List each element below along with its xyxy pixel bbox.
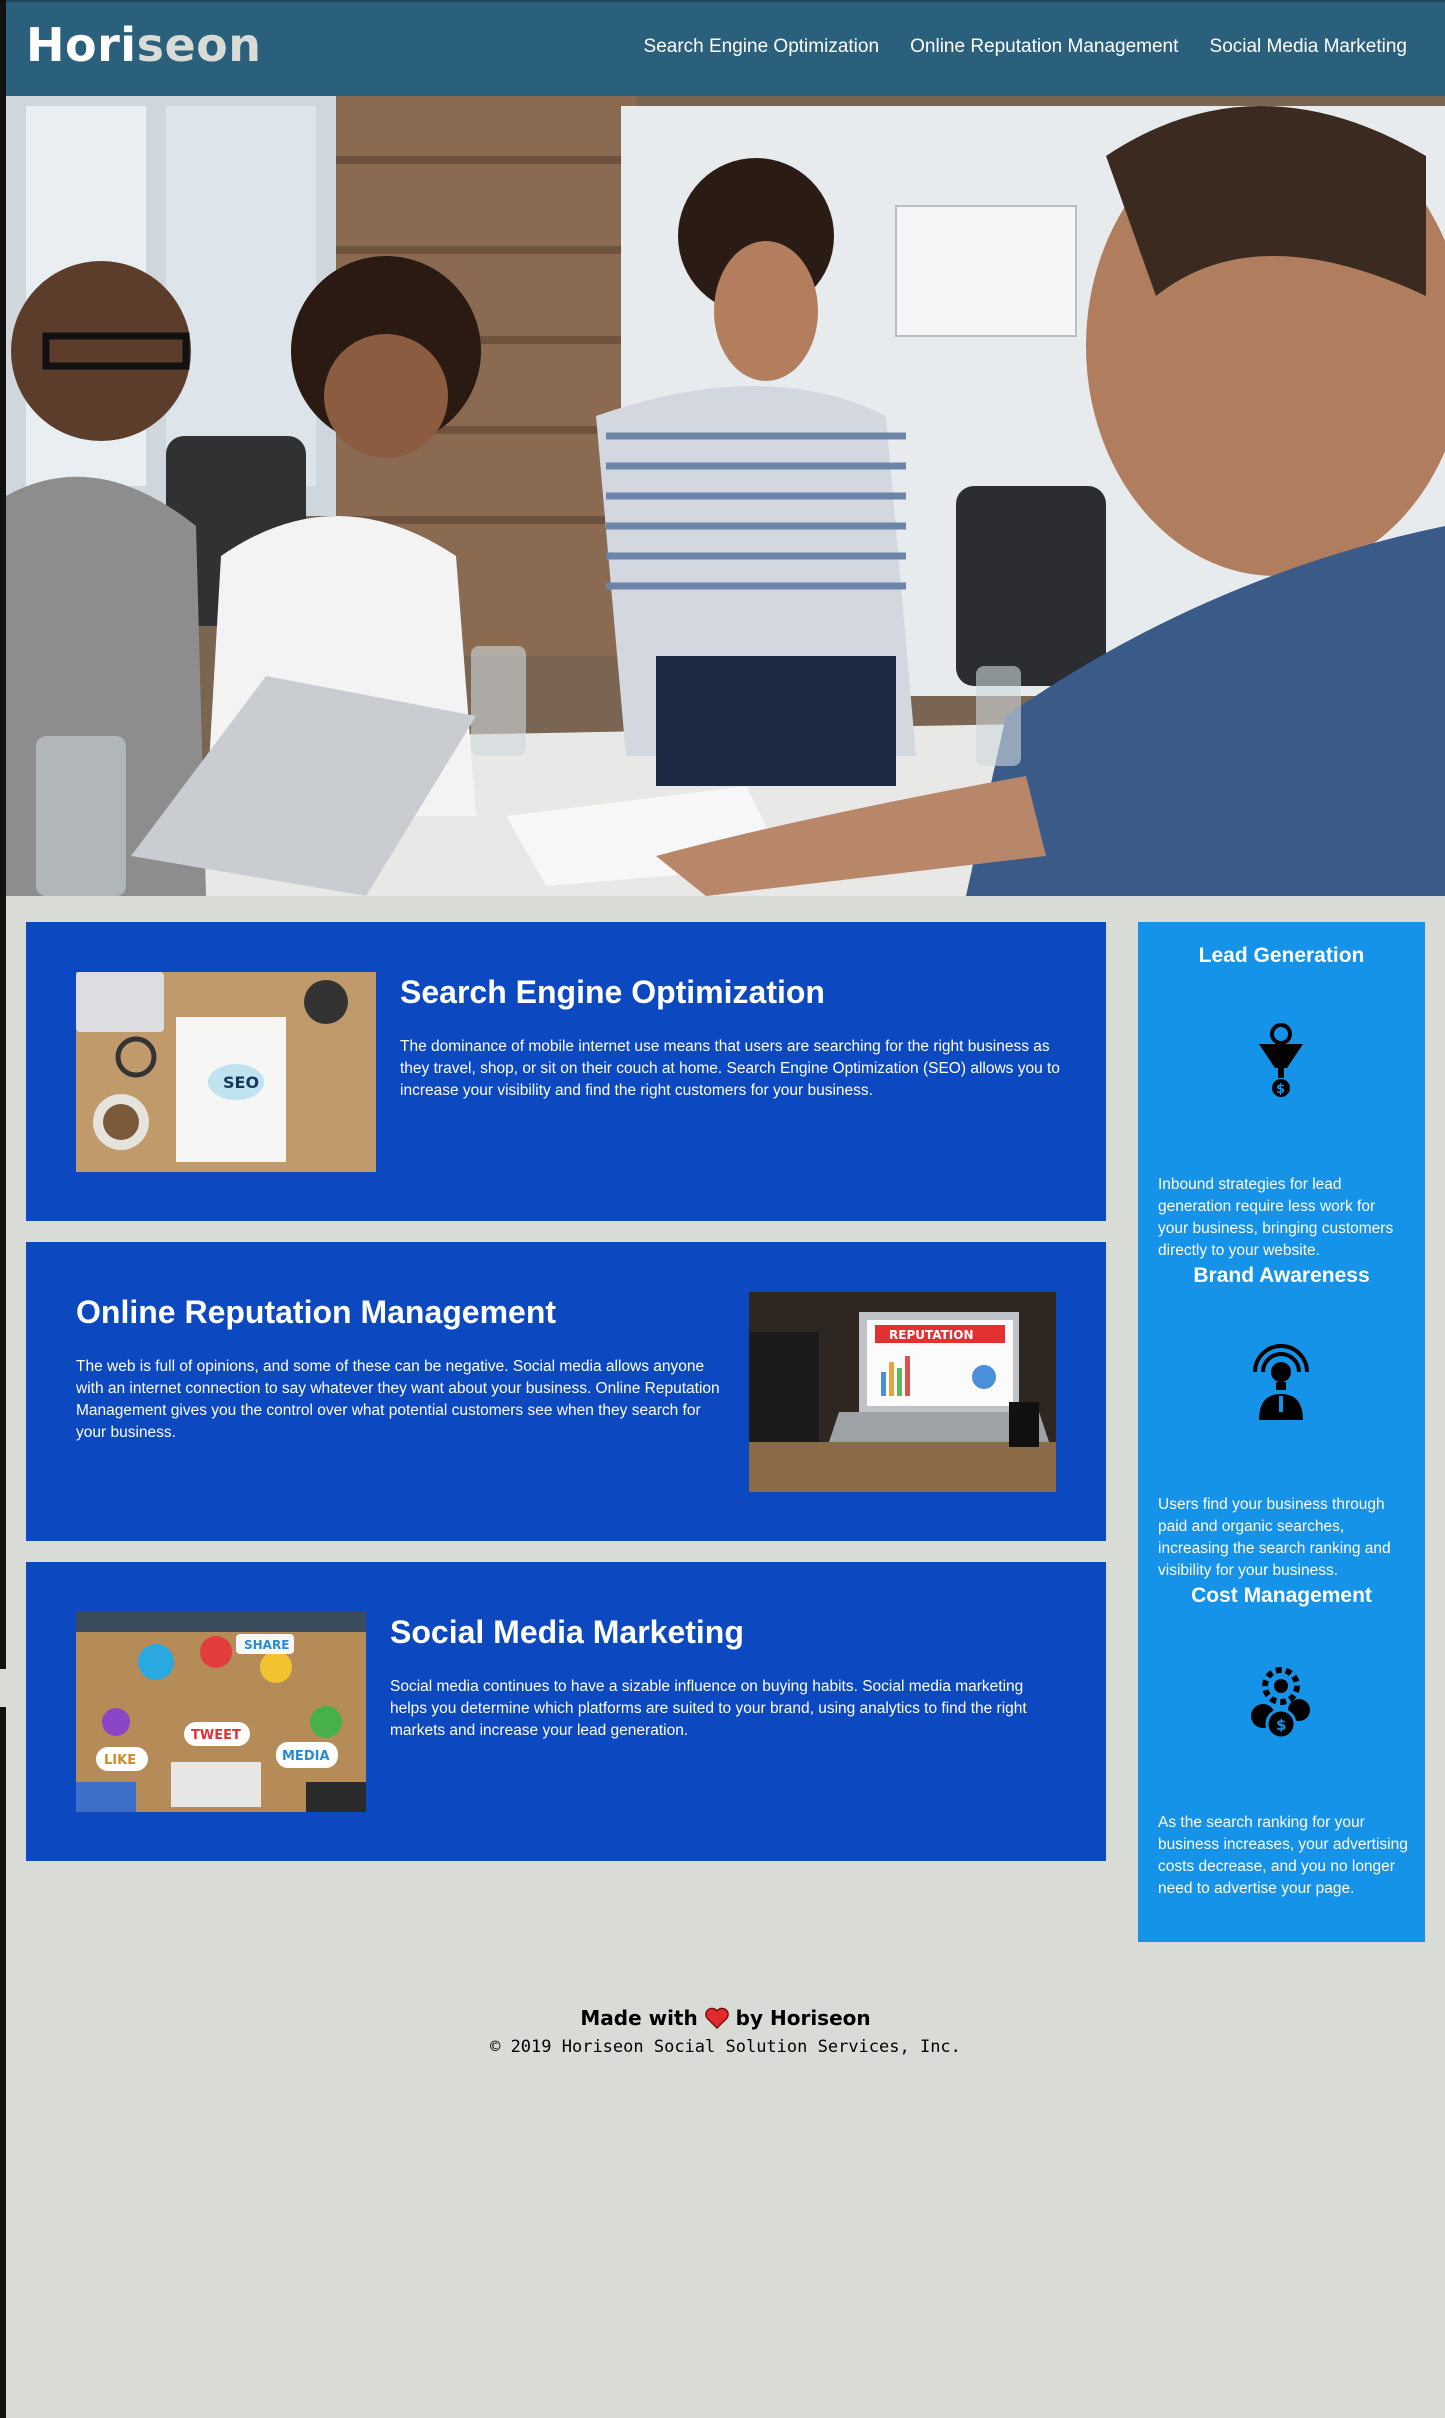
- seo-image-label: SEO: [223, 1073, 259, 1092]
- hero-image: [6, 96, 1445, 896]
- card-text-seo: The dominance of mobile internet use mea…: [400, 1038, 1060, 1099]
- card-social-media: SHARE TWEET LIKE MEDIA Social Media Mark…: [26, 1562, 1106, 1861]
- copyright-text: © 2019 Horiseon Social Solution Services…: [490, 2037, 961, 2057]
- card-title-reputation: Online Reputation Management: [76, 1294, 557, 1330]
- card-seo: SEO Search Engine Optimization The domin…: [26, 922, 1106, 1221]
- card-text-reputation: The web is full of opinions, and some of…: [76, 1358, 720, 1441]
- site-header: Horiseon Search Engine Optimization Onli…: [6, 0, 1445, 96]
- social-image-tweet: TWEET: [191, 1728, 241, 1743]
- benefits-sidebar: Lead Generation $ Inbound strategies for…: [1138, 922, 1425, 1942]
- lightbulb-person-icon: [1241, 1342, 1321, 1422]
- main-nav: Search Engine Optimization Online Reputa…: [618, 36, 1407, 58]
- social-image-share: SHARE: [244, 1638, 289, 1652]
- social-media-image: SHARE TWEET LIKE MEDIA: [76, 1612, 366, 1812]
- left-edge-gap: [0, 1669, 6, 1707]
- gear-coins-icon: $: [1241, 1662, 1321, 1742]
- social-image-like: LIKE: [104, 1753, 136, 1768]
- heart-icon: [704, 2007, 729, 2037]
- made-with-suffix: by Horiseon: [735, 2006, 871, 2030]
- nav-link-social-media[interactable]: Social Media Marketing: [1210, 36, 1407, 57]
- card-title-seo: Search Engine Optimization: [400, 974, 825, 1010]
- benefit-text-cost-management: As the search ranking for your business …: [1158, 1814, 1408, 1897]
- site-footer: Made with by Horiseon © 2019 Horiseon So…: [6, 2003, 1445, 2057]
- logo-text-accent: seon: [136, 18, 262, 72]
- logo-text-primary: Hori: [26, 18, 137, 72]
- nav-link-reputation[interactable]: Online Reputation Management: [910, 36, 1178, 57]
- benefit-title-brand-awareness: Brand Awareness: [1193, 1264, 1370, 1287]
- seo-image: SEO: [76, 972, 376, 1172]
- benefit-text-brand-awareness: Users find your business through paid an…: [1158, 1496, 1391, 1579]
- nav-link-seo[interactable]: Search Engine Optimization: [644, 36, 880, 57]
- funnel-dollar-icon: $: [1241, 1022, 1321, 1102]
- svg-text:$: $: [1276, 1716, 1286, 1734]
- reputation-image-label: REPUTATION: [889, 1328, 973, 1342]
- card-title-social-media: Social Media Marketing: [390, 1614, 744, 1650]
- made-with-prefix: Made with: [580, 2006, 698, 2030]
- social-image-media: MEDIA: [282, 1749, 330, 1764]
- card-reputation: Online Reputation Management The web is …: [26, 1242, 1106, 1541]
- card-text-social-media: Social media continues to have a sizable…: [390, 1678, 1027, 1739]
- reputation-image: REPUTATION: [749, 1292, 1056, 1492]
- benefit-title-lead-generation: Lead Generation: [1198, 944, 1365, 967]
- benefit-title-cost-management: Cost Management: [1191, 1584, 1372, 1607]
- made-with-line: Made with by Horiseon: [6, 2003, 1445, 2037]
- site-logo[interactable]: Horiseon: [26, 18, 262, 72]
- benefit-text-lead-generation: Inbound strategies for lead generation r…: [1158, 1176, 1394, 1259]
- svg-text:$: $: [1276, 1082, 1285, 1097]
